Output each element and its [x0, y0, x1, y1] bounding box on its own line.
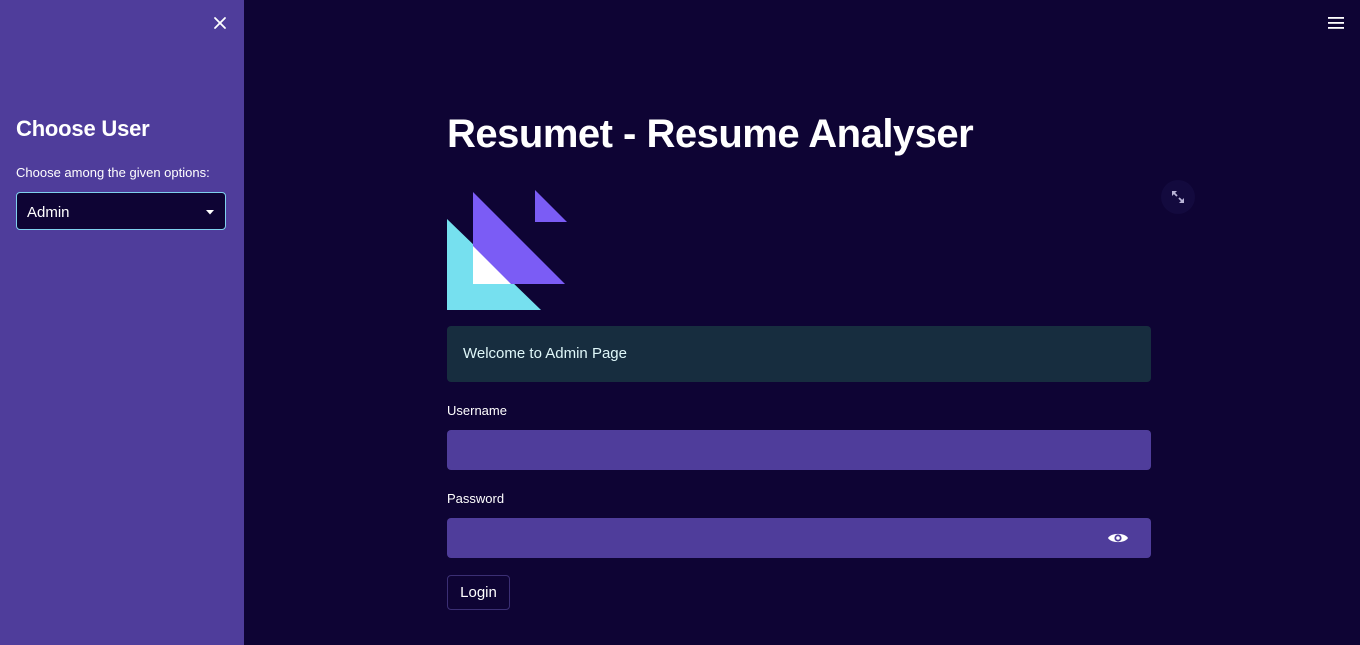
fullscreen-button[interactable] [1161, 180, 1195, 214]
password-input[interactable] [447, 518, 1151, 558]
close-icon [214, 17, 226, 29]
eye-icon [1108, 533, 1128, 543]
app-logo [447, 190, 567, 310]
main-menu-button[interactable] [1326, 13, 1346, 33]
sidebar: Choose User Choose among the given optio… [0, 0, 244, 645]
password-label: Password [447, 491, 505, 506]
caret-down-icon [206, 210, 214, 215]
user-select[interactable]: Admin [16, 192, 226, 230]
close-sidebar-button[interactable] [210, 13, 230, 33]
info-message-box: Welcome to Admin Page [447, 326, 1151, 382]
sidebar-title: Choose User [16, 116, 150, 141]
show-password-button[interactable] [1107, 528, 1129, 548]
username-label: Username [447, 403, 507, 418]
info-message: Welcome to Admin Page [463, 345, 627, 362]
user-select-label: Choose among the given options: [16, 165, 210, 180]
user-select-value: Admin [27, 204, 70, 221]
page-title: Resumet - Resume Analyser [447, 112, 974, 156]
hamburger-menu-icon [1328, 17, 1344, 29]
fullscreen-expand-icon [1172, 191, 1184, 203]
login-button[interactable]: Login [447, 575, 510, 610]
username-input[interactable] [447, 430, 1151, 470]
